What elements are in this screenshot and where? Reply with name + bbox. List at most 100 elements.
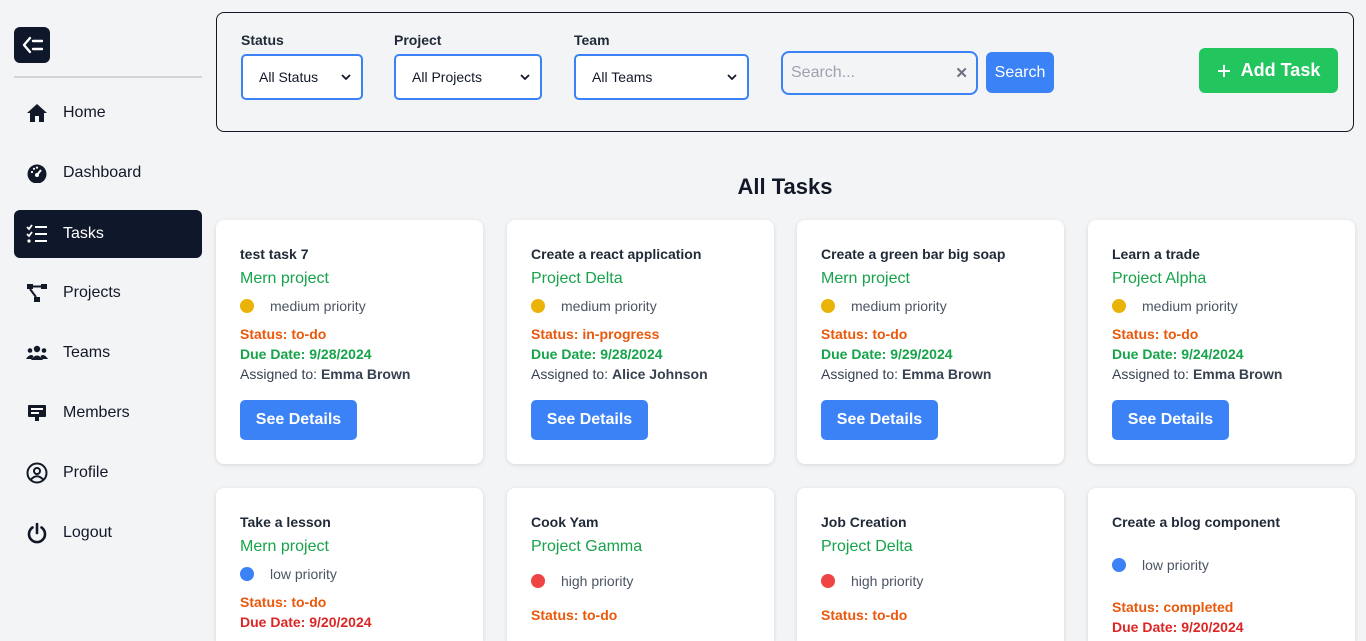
task-priority: medium priority — [1112, 298, 1238, 314]
task-title: Cook Yam — [531, 514, 599, 530]
task-due-date: Due Date: 9/28/2024 — [531, 346, 663, 362]
search-button[interactable]: Search — [986, 52, 1054, 93]
sidebar-item-label: Profile — [63, 464, 109, 481]
priority-dot-icon — [531, 299, 545, 313]
collapse-sidebar-button[interactable] — [14, 27, 50, 63]
chevron-down-icon — [520, 73, 530, 80]
assigned-label: Assigned to: — [531, 366, 609, 382]
sidebar-item-tasks[interactable]: Tasks — [14, 210, 202, 258]
priority-label: high priority — [561, 573, 634, 589]
task-status: Status: completed — [1112, 599, 1234, 615]
add-task-label: Add Task — [1240, 60, 1321, 80]
task-priority: medium priority — [240, 298, 366, 314]
task-status: Status: to-do — [531, 607, 618, 623]
assigned-label: Assigned to: — [1112, 366, 1190, 382]
task-card: Create a green bar big soap Mern project… — [797, 220, 1064, 464]
sidebar-item-label: Home — [63, 104, 106, 121]
sidebar-item-teams[interactable]: Teams — [14, 329, 202, 377]
task-card: Learn a trade Project Alpha medium prior… — [1088, 220, 1355, 464]
power-icon — [25, 521, 49, 545]
project-filter-group: Project All Projects — [394, 31, 542, 100]
users-icon — [25, 341, 49, 365]
task-title: Job Creation — [821, 514, 907, 530]
sidebar-item-profile[interactable]: Profile — [14, 449, 202, 497]
status-select[interactable]: All Status — [241, 54, 363, 100]
task-title: test task 7 — [240, 246, 309, 262]
see-details-button[interactable]: See Details — [821, 400, 938, 440]
priority-dot-icon — [531, 574, 545, 588]
collapse-menu-icon — [22, 36, 43, 54]
task-title: Create a react application — [531, 246, 702, 262]
sidebar-item-label: Teams — [63, 344, 111, 361]
task-priority: high priority — [821, 573, 923, 589]
task-title: Learn a trade — [1112, 246, 1200, 262]
team-select-value: All Teams — [592, 69, 653, 85]
see-details-button[interactable]: See Details — [1112, 400, 1229, 440]
page-title: All Tasks — [737, 174, 833, 199]
plus-icon — [1217, 64, 1230, 77]
team-select[interactable]: All Teams — [574, 54, 749, 100]
task-card: Create a react application Project Delta… — [507, 220, 774, 464]
project-select-value: All Projects — [412, 69, 483, 85]
team-filter-label: Team — [574, 32, 610, 48]
task-card: Job Creation Project Delta high priority… — [797, 488, 1064, 641]
status-filter-label: Status — [241, 32, 284, 48]
priority-label: medium priority — [851, 298, 947, 314]
task-project: Mern project — [240, 538, 329, 555]
task-priority: high priority — [531, 573, 633, 589]
priority-dot-icon — [1112, 558, 1126, 572]
task-status: Status: to-do — [1112, 326, 1199, 342]
search-input[interactable]: Search... ✕ — [781, 51, 978, 95]
task-title: Create a blog component — [1112, 514, 1281, 530]
add-task-button[interactable]: Add Task — [1199, 48, 1338, 93]
task-project: Project Alpha — [1112, 270, 1207, 287]
sidebar-item-home[interactable]: Home — [14, 89, 202, 137]
checklist-icon — [25, 222, 49, 246]
task-due-date: Due Date: 9/29/2024 — [821, 346, 953, 362]
status-select-value: All Status — [259, 69, 319, 85]
task-assignee: Assigned to: Alice Johnson — [531, 366, 708, 382]
task-project: Project Delta — [531, 270, 623, 287]
filter-bar: Status All Status Project All Projects T… — [216, 12, 1354, 132]
sidebar-item-dashboard[interactable]: Dashboard — [14, 149, 202, 197]
priority-label: medium priority — [561, 298, 657, 314]
sidebar-divider — [14, 76, 202, 78]
team-filter-group: Team All Teams — [574, 31, 749, 100]
see-details-button[interactable]: See Details — [240, 400, 357, 440]
sidebar-item-projects[interactable]: Projects — [14, 269, 202, 317]
search-placeholder: Search... — [791, 64, 856, 81]
priority-label: low priority — [270, 566, 337, 582]
task-card: Cook Yam Project Gamma high priority Sta… — [507, 488, 774, 641]
gauge-icon — [25, 161, 49, 185]
clear-search-icon[interactable]: ✕ — [955, 64, 968, 82]
task-priority: medium priority — [531, 298, 657, 314]
task-priority: low priority — [240, 566, 337, 582]
priority-label: low priority — [1142, 557, 1209, 573]
user-circle-icon — [25, 461, 49, 485]
project-tree-icon — [25, 281, 49, 305]
see-details-button[interactable]: See Details — [531, 400, 648, 440]
task-title: Take a lesson — [240, 514, 331, 530]
priority-dot-icon — [1112, 299, 1126, 313]
assignee-name: Emma Brown — [320, 366, 411, 382]
sidebar-item-members[interactable]: Members — [14, 389, 202, 437]
task-project: Mern project — [821, 270, 910, 287]
home-icon — [25, 101, 49, 125]
chevron-down-icon — [341, 73, 351, 80]
task-assignee: Assigned to: Emma Brown — [1112, 366, 1282, 382]
task-status: Status: in-progress — [531, 326, 660, 342]
task-due-date: Due Date: 9/24/2024 — [1112, 346, 1244, 362]
task-status: Status: to-do — [240, 594, 327, 610]
task-project: Project Delta — [821, 538, 913, 555]
sidebar-item-label: Tasks — [63, 225, 104, 242]
task-project: Project Gamma — [531, 538, 643, 555]
sidebar-item-logout[interactable]: Logout — [14, 509, 202, 557]
project-select[interactable]: All Projects — [394, 54, 542, 100]
assigned-label: Assigned to: — [240, 366, 318, 382]
task-status: Status: to-do — [821, 326, 908, 342]
priority-dot-icon — [240, 299, 254, 313]
priority-dot-icon — [240, 567, 254, 581]
id-card-icon — [25, 401, 49, 425]
sidebar-item-label: Projects — [63, 284, 121, 301]
task-status: Status: to-do — [240, 326, 327, 342]
